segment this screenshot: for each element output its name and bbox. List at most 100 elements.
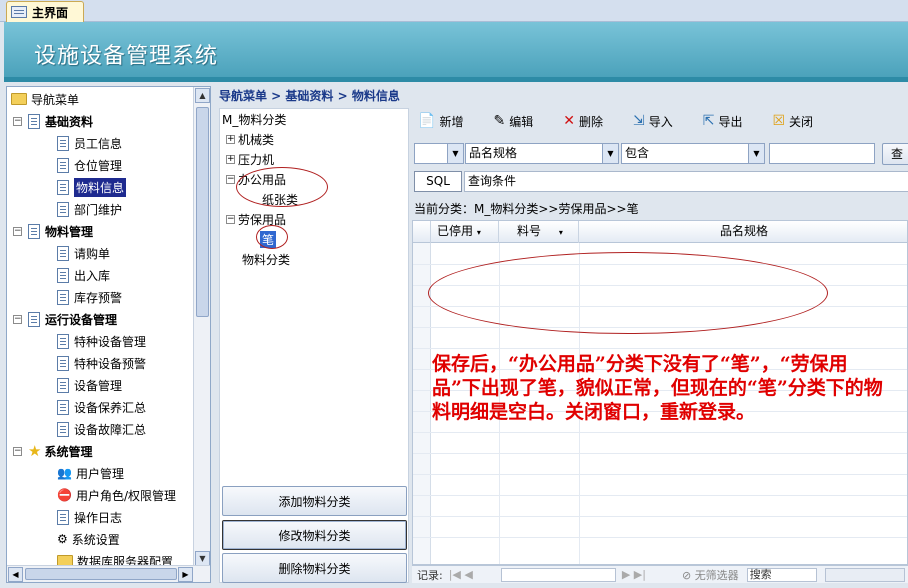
annotation-ellipse-pen bbox=[256, 225, 288, 249]
logic-select[interactable]: ▼ bbox=[414, 143, 464, 164]
edit-button[interactable]: ✎ 编辑 bbox=[493, 113, 533, 130]
nav-item-warehouse[interactable]: 仓位管理 bbox=[57, 154, 122, 176]
filter-status[interactable]: ⊘ 无筛选器 bbox=[682, 567, 739, 583]
add-category-button[interactable]: 添加物料分类 bbox=[222, 486, 407, 516]
nav-group-material[interactable]: − 物料管理 bbox=[13, 220, 93, 242]
filter-row: ▼ 品名规格 ▼ 包含 ▼ 查 bbox=[412, 143, 908, 165]
navigation-tree: 导航菜单 − 基础资料 员工信息 仓位管理 物料信息 部门维护 − 物料管理 请… bbox=[7, 87, 194, 569]
nav-item-log[interactable]: 操作日志 bbox=[57, 506, 122, 528]
scroll-right-icon[interactable]: ▶ bbox=[178, 567, 193, 582]
column-header-name[interactable]: 品名规格 bbox=[579, 221, 907, 243]
nav-item-purchase[interactable]: 请购单 bbox=[57, 242, 110, 264]
scroll-down-icon[interactable]: ▼ bbox=[195, 551, 210, 566]
edit-category-button[interactable]: 修改物料分类 bbox=[222, 520, 407, 550]
nav-item-label: 特种设备管理 bbox=[74, 334, 147, 349]
document-icon bbox=[57, 399, 69, 415]
collapse-icon[interactable]: − bbox=[13, 116, 22, 126]
document-icon bbox=[28, 223, 40, 239]
export-button[interactable]: ⇱ 导出 bbox=[703, 113, 743, 130]
scroll-up-icon[interactable]: ▲ bbox=[195, 88, 210, 103]
nav-item-equipment[interactable]: 设备管理 bbox=[57, 374, 122, 396]
new-icon: 📄 bbox=[418, 113, 436, 129]
select-all-corner[interactable] bbox=[413, 221, 431, 243]
nav-group-equipment[interactable]: − 运行设备管理 bbox=[13, 308, 117, 330]
first-record-icon[interactable]: |◀ ◀ bbox=[449, 568, 473, 581]
nav-item-label: 库存预警 bbox=[74, 290, 123, 305]
import-button[interactable]: ⇲ 导入 bbox=[633, 113, 673, 130]
category-label: 物料分类 bbox=[242, 253, 291, 267]
document-icon bbox=[57, 289, 69, 305]
nav-item-department[interactable]: 部门维护 bbox=[57, 198, 122, 220]
nav-item-inout[interactable]: 出入库 bbox=[57, 264, 110, 286]
nav-item-material[interactable]: 物料信息 bbox=[57, 176, 127, 198]
column-header-code[interactable]: 料号 ▾ bbox=[499, 221, 579, 243]
nav-item-maintenance[interactable]: 设备保养汇总 bbox=[57, 396, 146, 418]
document-icon bbox=[57, 245, 69, 261]
sort-arrow-icon: ▾ bbox=[476, 228, 481, 237]
nav-item-label: 特种设备预警 bbox=[74, 356, 147, 371]
close-button[interactable]: ☒ 关闭 bbox=[772, 113, 813, 130]
scroll-thumb[interactable] bbox=[25, 568, 177, 580]
column-label: 料号 bbox=[517, 224, 542, 238]
collapse-icon[interactable]: − bbox=[226, 175, 235, 184]
nav-item-users[interactable]: 👥 用户管理 bbox=[57, 462, 124, 484]
annotation-ellipse-office bbox=[236, 167, 328, 207]
nav-group-basic[interactable]: − 基础资料 bbox=[13, 110, 93, 132]
expand-icon[interactable]: + bbox=[226, 155, 235, 164]
column-header-disabled[interactable]: 已停用 ▾ bbox=[431, 221, 499, 243]
nav-item-settings[interactable]: ⚙ 系统设置 bbox=[57, 528, 120, 550]
collapse-icon[interactable]: − bbox=[13, 226, 22, 236]
nav-item-special-equipment[interactable]: 特种设备管理 bbox=[57, 330, 146, 352]
scroll-thumb[interactable] bbox=[196, 107, 209, 317]
query-condition-field[interactable]: 查询条件 bbox=[464, 171, 908, 192]
nav-horizontal-scrollbar[interactable]: ◀ ▶ bbox=[7, 565, 210, 582]
category-root[interactable]: M_物料分类 bbox=[222, 111, 286, 128]
grid-horizontal-scrollbar[interactable] bbox=[824, 567, 905, 582]
record-number-input[interactable] bbox=[500, 567, 616, 582]
users-icon: 👥 bbox=[57, 466, 72, 480]
nav-group-system[interactable]: − ★ 系统管理 bbox=[13, 440, 92, 462]
breadcrumb: 导航菜单 > 基础资料 > 物料信息 bbox=[219, 89, 400, 103]
delete-button[interactable]: ✕ 删除 bbox=[563, 113, 603, 130]
nav-vertical-scrollbar[interactable]: ▲ ▼ bbox=[193, 87, 210, 567]
collapse-icon[interactable]: − bbox=[226, 215, 235, 224]
filter-icon: ⊘ bbox=[681, 568, 695, 582]
chevron-down-icon[interactable]: ▼ bbox=[447, 144, 463, 163]
filter-status-label: 无筛选器 bbox=[694, 568, 739, 582]
document-icon bbox=[57, 201, 69, 217]
nav-item-roles[interactable]: ⛔ 用户角色/权限管理 bbox=[57, 484, 176, 506]
new-button[interactable]: 📄 新增 bbox=[418, 113, 463, 130]
category-label: 机械类 bbox=[238, 133, 275, 147]
expand-icon[interactable]: + bbox=[226, 135, 235, 144]
operator-select[interactable]: 包含 ▼ bbox=[621, 143, 765, 164]
scroll-left-icon[interactable]: ◀ bbox=[8, 567, 23, 582]
nav-group-label: 基础资料 bbox=[45, 114, 94, 129]
nav-item-stock-alert[interactable]: 库存预警 bbox=[57, 286, 122, 308]
category-press[interactable]: + 压力机 bbox=[226, 151, 274, 168]
nav-root[interactable]: 导航菜单 bbox=[11, 88, 79, 110]
nav-item-label: 请购单 bbox=[74, 246, 111, 261]
category-material[interactable]: 物料分类 bbox=[242, 251, 290, 268]
nav-item-fault[interactable]: 设备故障汇总 bbox=[57, 418, 146, 440]
collapse-icon[interactable]: − bbox=[13, 446, 22, 456]
sort-arrow-icon: ▾ bbox=[558, 228, 563, 237]
nav-item-special-alert[interactable]: 特种设备预警 bbox=[57, 352, 146, 374]
sql-button[interactable]: SQL bbox=[414, 171, 462, 192]
nav-item-label: 设备保养汇总 bbox=[74, 400, 147, 415]
nav-item-employee[interactable]: 员工信息 bbox=[57, 132, 122, 154]
last-record-icon[interactable]: ▶ ▶| bbox=[622, 568, 646, 581]
chevron-down-icon[interactable]: ▼ bbox=[602, 144, 618, 163]
delete-category-button[interactable]: 删除物料分类 bbox=[222, 553, 407, 583]
chevron-down-icon[interactable]: ▼ bbox=[748, 144, 764, 163]
settings-icon: ⚙ bbox=[57, 532, 68, 546]
collapse-icon[interactable]: − bbox=[13, 314, 22, 324]
app-banner: 设施设备管理系统 bbox=[4, 22, 908, 82]
find-button[interactable]: 查 bbox=[882, 143, 908, 165]
category-mechanical[interactable]: + 机械类 bbox=[226, 131, 274, 148]
category-label: 压力机 bbox=[238, 153, 275, 167]
tab-main[interactable]: 主界面 bbox=[6, 1, 84, 22]
field-select[interactable]: 品名规格 ▼ bbox=[465, 143, 619, 164]
column-label: 已停用 bbox=[437, 224, 474, 238]
search-box[interactable]: 搜索 bbox=[746, 567, 817, 582]
filter-value-input[interactable] bbox=[769, 143, 875, 164]
